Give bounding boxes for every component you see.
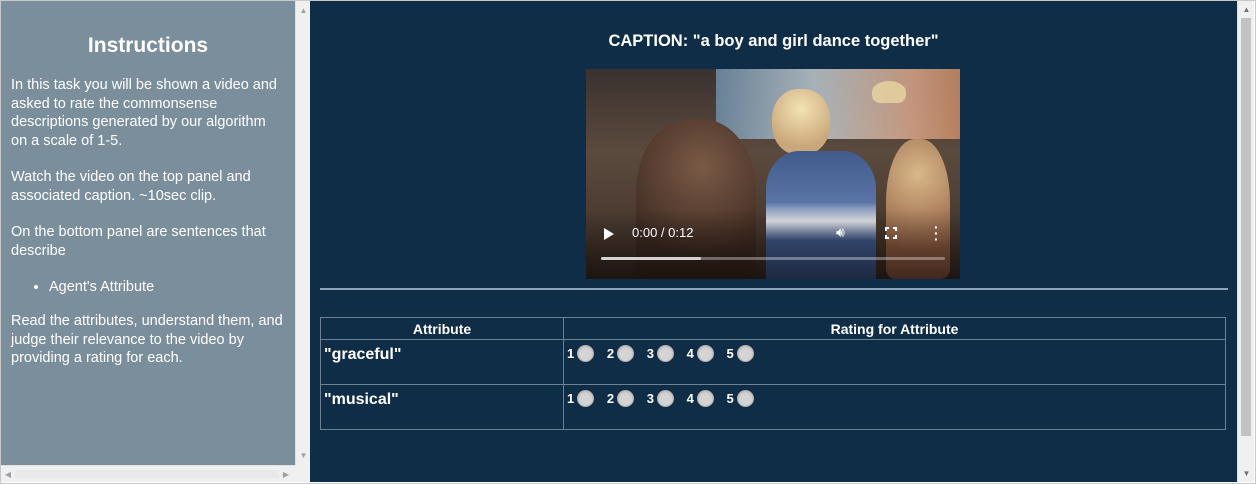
rating-radio-button[interactable] — [577, 390, 595, 408]
attribute-cell: "musical" — [320, 384, 564, 430]
scroll-left-arrow-icon[interactable]: ◀ — [1, 466, 15, 483]
rating-column-header: Rating for Attribute — [563, 317, 1226, 340]
video-frame-lamp — [872, 81, 906, 103]
scroll-down-arrow-icon[interactable]: ▼ — [1238, 466, 1255, 481]
rating-radio-button[interactable] — [617, 345, 635, 363]
page-vertical-scrollbar[interactable]: ▲ ▼ — [1237, 1, 1254, 482]
volume-icon[interactable]: 🔊︎ — [836, 224, 845, 241]
scroll-right-arrow-icon[interactable]: ▶ — [279, 466, 293, 483]
section-divider — [320, 288, 1228, 290]
rating-cell: 1 2 3 4 5 — [563, 384, 1226, 430]
rating-option[interactable]: 1 — [567, 390, 595, 408]
attribute-cell: "graceful" — [320, 339, 564, 385]
rating-cell: 1 2 3 4 5 — [563, 339, 1226, 385]
left-panel-horizontal-scrollbar[interactable]: ◀ ▶ — [1, 465, 295, 482]
boy-head — [772, 89, 830, 155]
instructions-bullet-list: Agent's Attribute — [1, 278, 295, 296]
table-header-row: Attribute Rating for Attribute — [320, 317, 1226, 340]
instructions-bullet-item: Agent's Attribute — [49, 278, 295, 296]
rating-option[interactable]: 4 — [686, 390, 714, 408]
video-time-display: 0:00 / 0:12 — [632, 225, 694, 240]
rating-radio-button[interactable] — [696, 345, 714, 363]
vertical-scroll-thumb[interactable] — [1241, 18, 1251, 436]
rating-option-label: 2 — [606, 346, 615, 362]
video-controls: 0:00 / 0:12 🔊︎ · · · — [586, 220, 960, 251]
rating-radio-button[interactable] — [617, 390, 635, 408]
rating-option-label: 5 — [726, 391, 734, 407]
rating-option-label: 3 — [646, 391, 654, 407]
rating-radio-button[interactable] — [656, 345, 674, 363]
scroll-down-arrow-icon[interactable]: ▼ — [296, 448, 311, 463]
rating-option-label: 1 — [567, 346, 575, 362]
scrollbar-corner — [295, 465, 310, 482]
rating-option-label: 4 — [686, 346, 694, 362]
rating-option-label: 5 — [726, 346, 734, 362]
horizontal-scroll-thumb[interactable] — [15, 470, 279, 478]
table-row: "musical" 1 2 3 4 5 — [320, 384, 1226, 430]
rating-option[interactable]: 5 — [726, 345, 754, 363]
more-options-icon[interactable]: · · · — [934, 220, 939, 246]
instructions-panel: Instructions In this task you will be sh… — [1, 1, 295, 465]
rating-option[interactable]: 4 — [686, 345, 714, 363]
fullscreen-icon[interactable] — [885, 227, 897, 239]
instructions-paragraph-4: Read the attributes, understand them, an… — [11, 313, 283, 366]
video-caption: CAPTION: "a boy and girl dance together" — [608, 32, 939, 50]
attribute-column-header: Attribute — [320, 317, 564, 340]
rating-option-label: 2 — [606, 391, 615, 407]
rating-radio-button[interactable] — [736, 390, 754, 408]
video-progress-fill — [601, 257, 701, 260]
video-player[interactable]: 0:00 / 0:12 🔊︎ · · · — [586, 69, 960, 279]
table-row: "graceful" 1 2 3 4 5 — [320, 339, 1226, 385]
rating-radio-button[interactable] — [736, 345, 754, 363]
instructions-paragraph-2: Watch the video on the top panel and ass… — [11, 169, 251, 204]
video-progress-bar[interactable] — [601, 257, 945, 260]
play-icon[interactable] — [604, 228, 614, 240]
instructions-title: Instructions — [87, 34, 209, 57]
rating-radio-button[interactable] — [696, 390, 714, 408]
ratings-table: Attribute Rating for Attribute "graceful… — [320, 317, 1226, 430]
rating-radio-button[interactable] — [577, 345, 595, 363]
rating-option-label: 4 — [686, 391, 694, 407]
rating-option[interactable]: 2 — [606, 390, 635, 408]
rating-radio-button[interactable] — [656, 390, 674, 408]
scroll-up-arrow-icon[interactable]: ▲ — [1238, 2, 1255, 17]
rating-option[interactable]: 2 — [606, 345, 635, 363]
rating-option-label: 1 — [567, 391, 575, 407]
instructions-paragraph-1: In this task you will be shown a video a… — [11, 77, 277, 149]
rating-option[interactable]: 1 — [567, 345, 595, 363]
rating-option[interactable]: 5 — [726, 390, 754, 408]
scroll-up-arrow-icon[interactable]: ▲ — [296, 3, 311, 18]
rating-option-label: 3 — [646, 346, 654, 362]
rating-option[interactable]: 3 — [646, 345, 674, 363]
task-panel: CAPTION: "a boy and girl dance together"… — [310, 1, 1237, 482]
left-panel-vertical-scrollbar[interactable]: ▲ ▼ — [295, 1, 310, 465]
instructions-paragraph-3: On the bottom panel are sentences that d… — [11, 224, 266, 259]
rating-option[interactable]: 3 — [646, 390, 674, 408]
